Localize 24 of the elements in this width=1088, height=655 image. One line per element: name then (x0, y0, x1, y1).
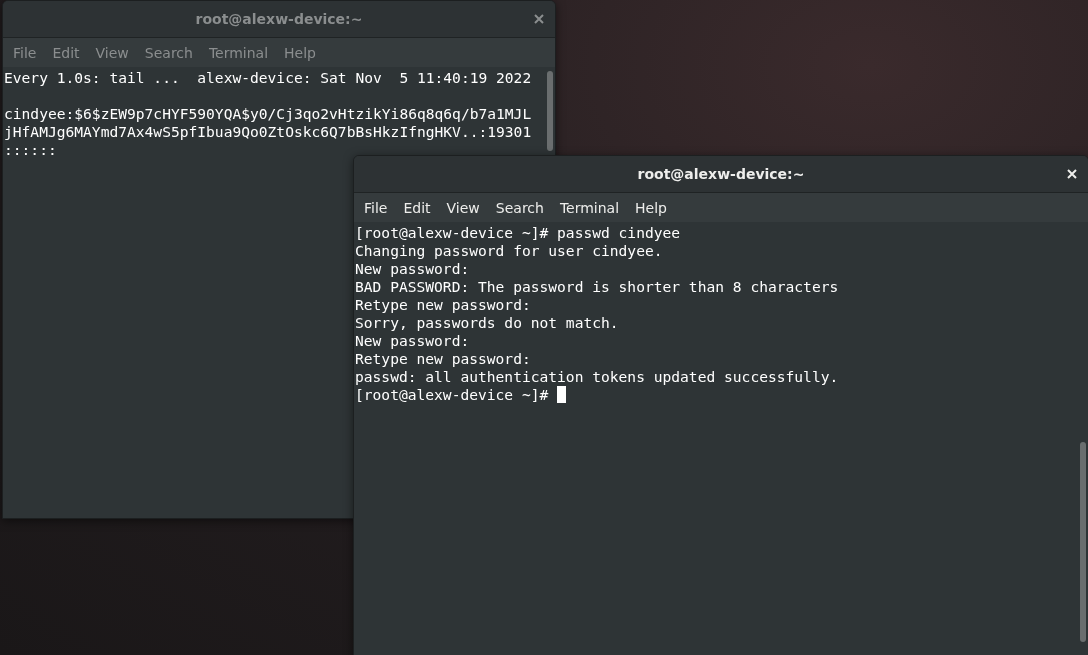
menu-item[interactable]: Edit (395, 199, 439, 216)
terminal-line: cindyee:$6$zEW9p7cHYF590YQA$y0/Cj3qo2vHtzikYi86q8q6q/b7a1MJL (4, 105, 532, 122)
scrollbar-thumb[interactable] (547, 71, 553, 151)
terminal-line: :::::: (4, 141, 58, 158)
window-title: root@alexw-device:~ (637, 166, 805, 182)
terminal-line: Retype new password: (355, 296, 531, 313)
terminal-line: [root@alexw-device ~]# passwd cindyee (355, 224, 681, 241)
terminal-line: jHfAMJg6MAYmd7Ax4wS5pfIbua9Qo0ZtOskc6Q7bBsHkzIfngHKV..:19301 (4, 123, 532, 140)
terminal-line: [root@alexw-device ~]# (355, 386, 550, 403)
terminal-line: New password: (355, 332, 470, 349)
window-title: root@alexw-device:~ (195, 11, 363, 27)
terminal-line: Sorry, passwords do not match. (355, 314, 619, 331)
terminal-line: BAD PASSWORD: The password is shorter than 8 characters (355, 278, 839, 295)
menu-item[interactable]: View (438, 199, 488, 216)
menu-item[interactable]: Search (487, 199, 552, 216)
terminal-line: passwd: all authentication tokens updated successfully. (355, 368, 839, 385)
menu-item[interactable]: File (356, 199, 396, 216)
terminal-line: Every 1.0s: tail ... alexw-device: Sat Nov 5 11:40:19 2022 (4, 69, 533, 87)
terminal-line: Retype new password: (355, 350, 531, 367)
terminal-line: New password: (355, 260, 470, 277)
menu-item[interactable]: Help (627, 199, 675, 216)
menu-item[interactable]: Terminal (551, 199, 628, 216)
terminal-line: Changing password for user cindyee. (355, 242, 663, 259)
scrollbar-thumb[interactable] (1080, 442, 1086, 642)
